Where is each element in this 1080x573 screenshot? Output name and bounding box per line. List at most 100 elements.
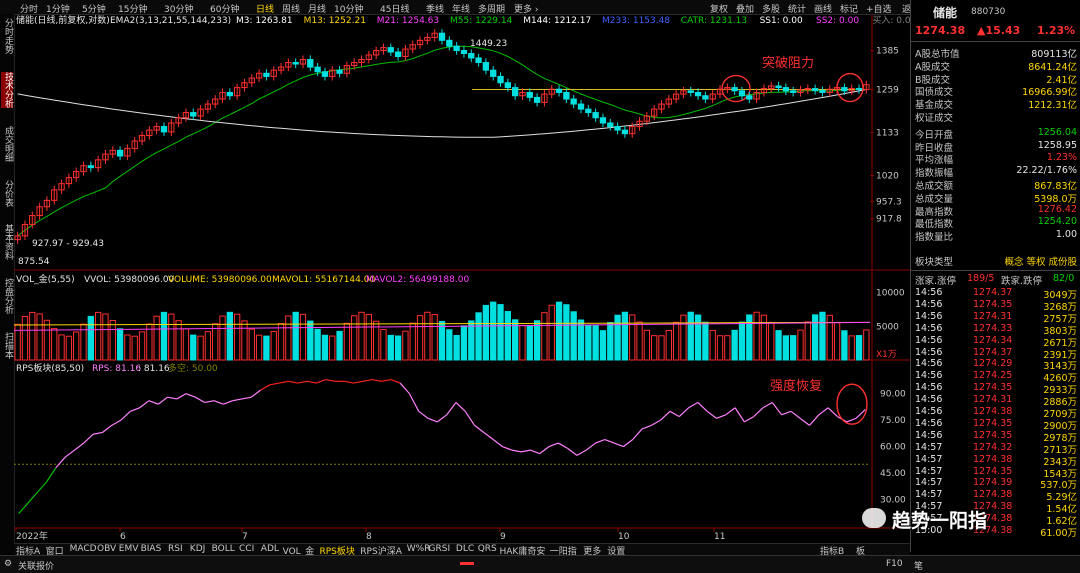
volume-bar	[241, 320, 248, 361]
rps-line-segment	[46, 467, 57, 483]
candle	[607, 122, 614, 128]
rps-line-segment	[297, 380, 308, 384]
candle	[504, 82, 512, 89]
tick-price: 1274.29	[973, 358, 1013, 370]
volume-bar	[255, 334, 263, 361]
tick-time: 14:56	[915, 394, 943, 406]
volume-bar	[621, 311, 629, 361]
indicator-tab[interactable]: RSI	[168, 544, 183, 554]
volume-bar	[131, 335, 138, 361]
quote-row: 基金成交 1212.31亿	[915, 97, 1077, 111]
tick-row[interactable]: 14:56 1274.35 2900万	[913, 418, 1077, 432]
tick-row[interactable]: 14:56 1274.31 2757万	[913, 311, 1077, 325]
volume-bar	[65, 335, 73, 361]
tick-row[interactable]: 14:57 1274.35 1543万	[913, 466, 1077, 480]
tick-row[interactable]: 14:56 1274.37 3049万	[913, 287, 1077, 301]
rps-line-segment	[660, 410, 671, 421]
tick-row[interactable]: 14:56 1274.31 2886万	[913, 394, 1077, 408]
rps-line-segment	[372, 378, 382, 382]
rps-line-segment	[436, 414, 448, 423]
side-tab[interactable]: 技术分析	[1, 72, 13, 108]
f10-button[interactable]: F10	[886, 559, 903, 569]
volume-value: VOLUME: 53980096.00	[168, 275, 272, 285]
rps-line-segment	[827, 407, 838, 418]
candle	[482, 62, 490, 71]
rps-line-segment	[688, 401, 699, 409]
volume-bar	[29, 311, 36, 361]
candle	[307, 58, 314, 68]
x-axis-label: 6	[120, 532, 126, 542]
indicator-tab[interactable]: BIAS	[141, 544, 162, 554]
volume-bar	[87, 315, 94, 361]
tick-row[interactable]: 14:56 1274.37 2391万	[913, 347, 1077, 361]
tick-row[interactable]: 14:56 1274.29 3143万	[913, 358, 1077, 372]
board-tag[interactable]: 成份股	[1048, 257, 1077, 268]
tools-icon[interactable]: ⚙	[4, 559, 12, 569]
rps-line-segment	[195, 396, 206, 403]
indicator-tab[interactable]: GRSI	[429, 544, 451, 554]
side-tab[interactable]: 控盘分析	[1, 278, 13, 314]
indicator-tab[interactable]: QRS	[478, 544, 497, 554]
indicator-tab[interactable]: EMV	[119, 544, 139, 554]
tick-time: 14:57	[915, 477, 943, 489]
price-axis-label: 1020	[876, 172, 899, 182]
status-bar: ⚙ 关联报价 F10 笔	[0, 555, 1080, 573]
tick-row[interactable]: 14:56 1274.33 3803万	[913, 323, 1077, 337]
tick-row[interactable]: 14:56 1274.35 2933万	[913, 382, 1077, 396]
volume-bar	[519, 324, 526, 361]
candle	[790, 90, 797, 93]
chart-area[interactable]: 储能(日线,前复权,对数) EMA2(3,13,21,55,144,233) M3:…	[14, 14, 910, 543]
price-axis-label: 957.3	[876, 198, 902, 208]
tick-row[interactable]: 14:57 1274.39 537.0万	[913, 477, 1077, 491]
rps-duokong: 多空: 50.00	[168, 362, 218, 374]
indicator-tab[interactable]: KDJ	[190, 544, 206, 554]
tick-row[interactable]: 14:57 1274.32 2713万	[913, 441, 1077, 456]
tick-price: 1274.32	[973, 441, 1013, 453]
rps-line-segment	[790, 410, 801, 419]
quote-row-value: 1258.95	[1037, 139, 1077, 151]
tick-price: 1274.31	[973, 394, 1013, 406]
indicator-tab[interactable]: W%R	[407, 544, 431, 554]
quote-row-value: 1256.04	[1037, 126, 1077, 138]
volume-bar	[790, 335, 797, 361]
side-tab[interactable]: 成交明细	[1, 126, 13, 162]
stock-name: 储能	[933, 6, 958, 20]
linked-quote-label[interactable]: 关联报价	[18, 559, 54, 572]
indicator-tab[interactable]: BOLL	[212, 544, 235, 554]
indicator-tab[interactable]: ADL	[261, 544, 279, 554]
volume-bar	[555, 301, 563, 361]
divider	[911, 41, 1080, 42]
side-tab[interactable]: 基本资料	[1, 224, 13, 260]
price-change: ▲15.43	[977, 24, 1021, 37]
indicator-tab[interactable]: DLC	[456, 544, 474, 554]
indicator-tab[interactable]: MACD	[70, 544, 97, 554]
side-tab[interactable]: 分价表	[1, 180, 13, 207]
tick-time: 14:56	[915, 370, 943, 382]
tick-row[interactable]: 14:56 1274.38 2709万	[913, 406, 1077, 420]
rps-line-segment	[799, 417, 810, 426]
board-tag[interactable]: 概念	[1004, 257, 1023, 268]
vol-unit: X1万	[876, 350, 897, 360]
side-tab[interactable]: 分时走势	[1, 18, 13, 54]
rps-line-segment	[167, 396, 177, 400]
board-type-row: 板块类型 概念 等权 成份股	[915, 254, 1077, 268]
rps-line-segment	[427, 417, 438, 423]
tick-row[interactable]: 14:56 1274.35 3268万	[913, 299, 1077, 313]
side-tab[interactable]: 扫描本	[1, 332, 13, 359]
tick-row[interactable]: 14:57 1274.38 2343万	[913, 454, 1077, 468]
tick-row[interactable]: 14:57 1274.38 5.29亿	[913, 489, 1077, 503]
indicator-tab[interactable]: OBV	[97, 544, 116, 554]
quote-row-value: 1254.20	[1037, 216, 1077, 228]
indicator-tab[interactable]: CCI	[239, 544, 254, 554]
volume-bar	[292, 311, 299, 361]
rps-line-segment	[530, 449, 540, 455]
candle	[841, 87, 848, 92]
candle	[453, 45, 460, 52]
resistance-annotation: 突破阻力	[762, 55, 814, 71]
volume-bar	[468, 320, 475, 361]
board-tag[interactable]: 等权	[1026, 257, 1045, 268]
tick-row[interactable]: 14:56 1274.25 4260万	[913, 370, 1077, 384]
volume-bar	[672, 321, 680, 361]
tick-row[interactable]: 14:56 1274.35 2978万	[913, 430, 1077, 444]
tick-row[interactable]: 14:56 1274.34 2671万	[913, 335, 1077, 349]
